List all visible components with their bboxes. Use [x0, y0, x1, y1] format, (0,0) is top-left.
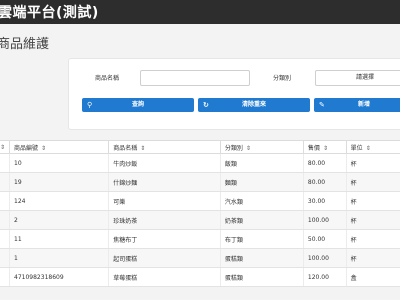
cell-price: 80.00	[302, 153, 347, 173]
sort-icon: ⇕	[322, 144, 328, 152]
query-button[interactable]: ⚲ 查詢	[82, 98, 194, 112]
column-header-product-name[interactable]: 商品名稱 ⇕	[108, 140, 221, 154]
cell-price: 50.00	[302, 229, 347, 249]
cell-price: 100.00	[302, 210, 347, 230]
cell-category: 飯類	[219, 153, 304, 173]
column-header-category[interactable]: 分類別 ⇕	[219, 140, 304, 154]
column-header-product-code[interactable]: 商品編號 ⇕	[9, 140, 110, 154]
category-select[interactable]: 請選擇	[315, 70, 400, 86]
cell-product-code: 11	[9, 229, 109, 249]
page-title: 商品維護	[0, 37, 50, 52]
cell-category: 汽水類	[219, 191, 304, 211]
cell-category: 麵類	[219, 172, 304, 192]
product-table: ⇕ 商品編號 ⇕ 商品名稱 ⇕ 分類別 ⇕ 售價 ⇕ 單位 ⇕ 10 牛肉炒飯 飯類 80…	[0, 140, 400, 287]
column-header-price[interactable]: 售價 ⇕	[302, 140, 347, 154]
cell-unit: 杯	[345, 172, 400, 192]
cell-product-code: 1	[9, 248, 109, 268]
cell-product-name: 珍珠奶茶	[108, 210, 221, 230]
app-title: 雲端平台(測試)	[0, 5, 99, 21]
table-row[interactable]: 124 可樂 汽水類 30.00 杯	[0, 191, 400, 211]
product-name-label: 商品名稱	[95, 75, 120, 82]
cell-product-name: 什錦炒麵	[108, 172, 221, 192]
cell-unit: 杯	[345, 153, 400, 173]
table-row[interactable]: 11 焦糖布丁 布丁類 50.00 杯	[0, 229, 400, 249]
column-header-unit[interactable]: 單位 ⇕	[345, 140, 400, 154]
cell-product-name: 焦糖布丁	[108, 229, 221, 249]
cell-product-code: 2	[9, 210, 109, 230]
clear-button-label: 清除重來	[241, 101, 266, 108]
cell-category: 奶茶類	[219, 210, 304, 230]
table-row[interactable]: 1 起司蛋糕 蛋糕類 100.00 杯	[0, 248, 400, 268]
cell-category: 布丁類	[219, 229, 304, 249]
table-header-row: ⇕ 商品編號 ⇕ 商品名稱 ⇕ 分類別 ⇕ 售價 ⇕ 單位 ⇕	[0, 140, 400, 154]
refresh-icon: ↻	[203, 101, 209, 109]
cell-unit: 盒	[345, 267, 400, 287]
top-navbar: 雲端平台(測試)	[0, 0, 400, 24]
add-button-label: 新增	[357, 101, 370, 108]
cell-price: 120.00	[302, 267, 347, 287]
column-header-hidden[interactable]: ⇕	[0, 140, 11, 154]
search-icon: ⚲	[87, 101, 93, 109]
table-row[interactable]: 10 牛肉炒飯 飯類 80.00 杯	[0, 153, 400, 173]
cell-product-name: 牛肉炒飯	[108, 153, 221, 173]
cell-unit: 杯	[345, 229, 400, 249]
add-button[interactable]: ✎ 新增	[314, 98, 400, 112]
cell-price: 100.00	[302, 248, 347, 268]
sort-icon: ⇕	[140, 144, 146, 152]
cell-price: 80.00	[302, 172, 347, 192]
clear-button[interactable]: ↻ 清除重來	[198, 98, 310, 112]
cell-product-name: 起司蛋糕	[108, 248, 221, 268]
cell-unit: 杯	[345, 248, 400, 268]
sort-icon: ⇕	[0, 143, 6, 151]
cell-product-name: 可樂	[108, 191, 221, 211]
cell-category: 蛋糕類	[219, 248, 304, 268]
cell-unit: 杯	[345, 210, 400, 230]
cell-product-code: 124	[9, 191, 109, 211]
sort-icon: ⇕	[41, 144, 47, 152]
pencil-icon: ✎	[319, 101, 325, 109]
cell-price: 30.00	[302, 191, 347, 211]
cell-category: 蛋糕類	[219, 267, 304, 287]
table-row[interactable]: 4710982318609 草莓蛋糕 蛋糕類 120.00 盒	[0, 267, 400, 287]
product-name-input[interactable]	[140, 70, 250, 86]
cell-product-name: 草莓蛋糕	[108, 267, 221, 287]
category-label: 分類別	[273, 75, 292, 82]
query-button-label: 查詢	[131, 101, 144, 108]
sort-icon: ⇕	[245, 144, 251, 152]
cell-product-code: 10	[9, 153, 109, 173]
cell-product-code: 19	[9, 172, 109, 192]
sort-icon: ⇕	[365, 144, 371, 152]
cell-unit: 杯	[345, 191, 400, 211]
cell-product-code: 4710982318609	[9, 267, 109, 287]
table-row[interactable]: 2 珍珠奶茶 奶茶類 100.00 杯	[0, 210, 400, 230]
search-panel: 商品名稱 分類別 請選擇 ⚲ 查詢 ↻ 清除重來 ✎ 新增	[68, 58, 400, 130]
table-row[interactable]: 19 什錦炒麵 麵類 80.00 杯	[0, 172, 400, 192]
